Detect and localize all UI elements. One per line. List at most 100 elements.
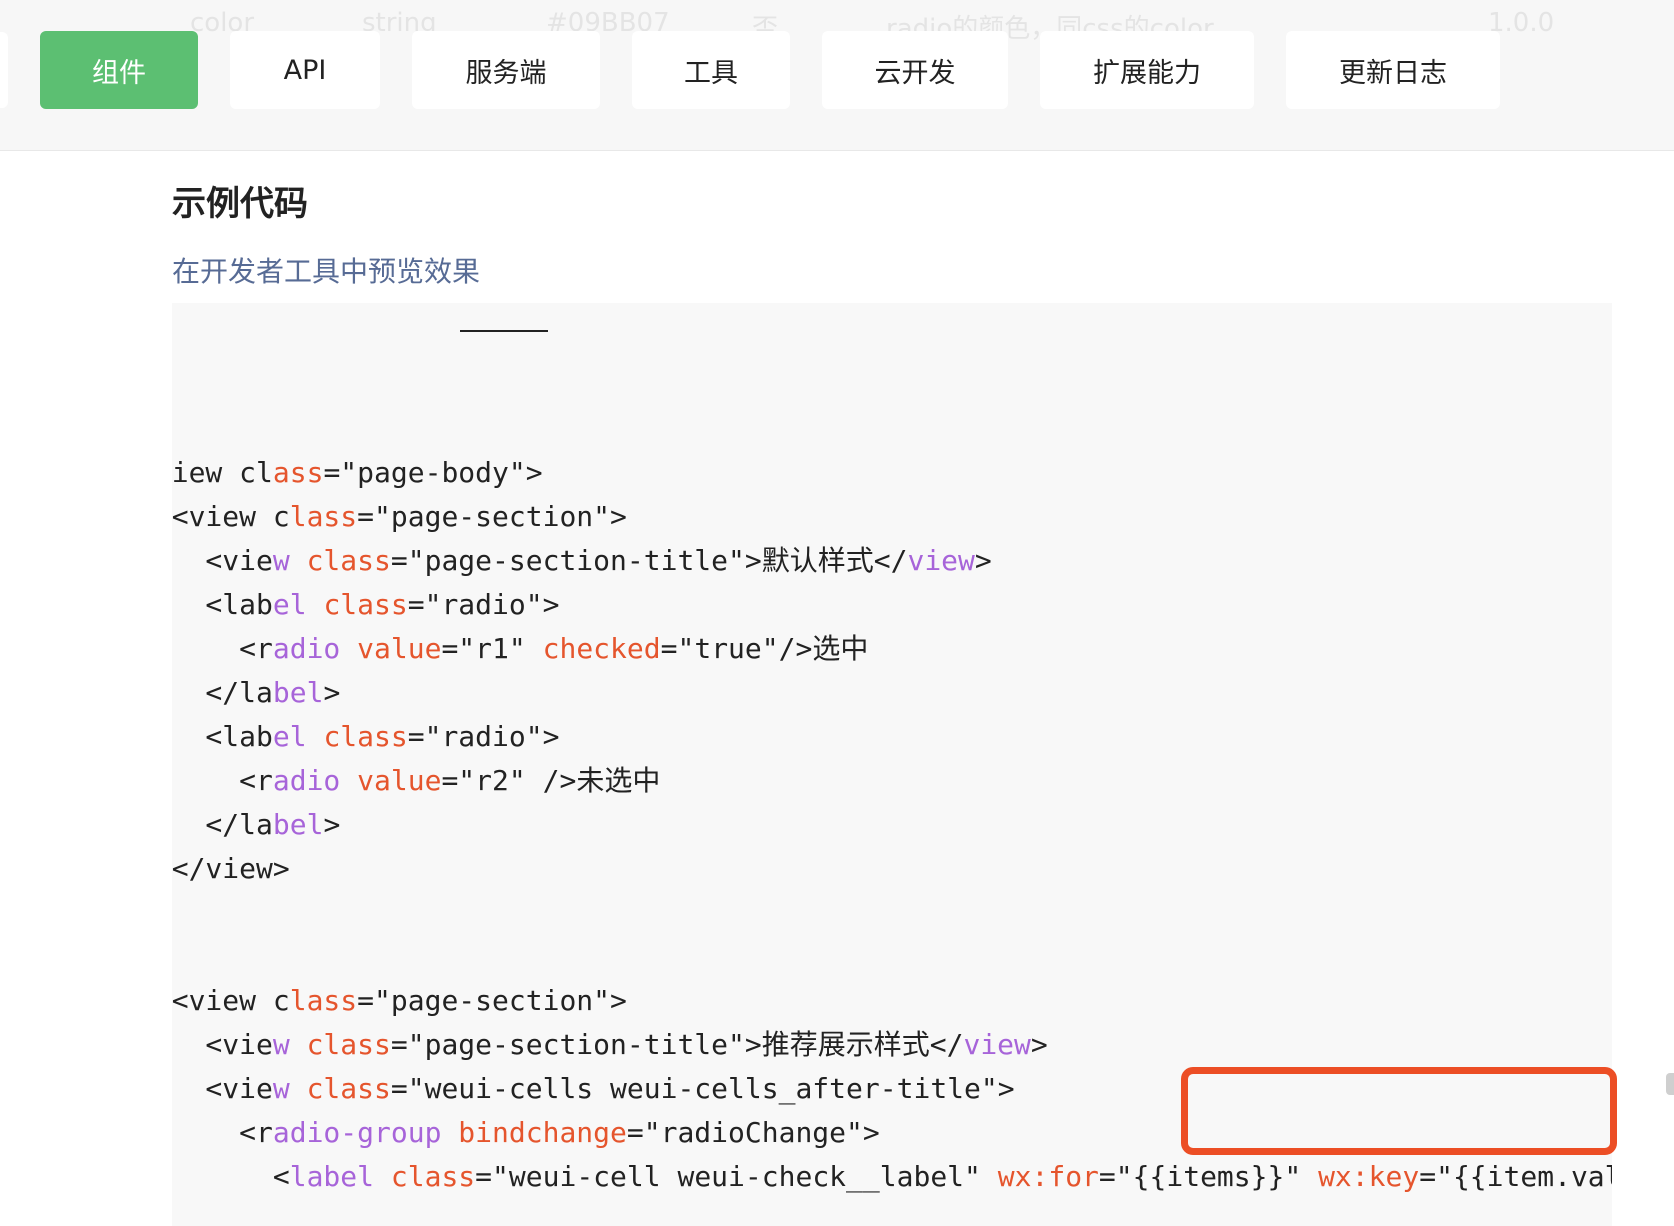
code-token: class (306, 1072, 391, 1105)
code-token: </la (205, 808, 273, 841)
code-line: </view> (172, 847, 290, 891)
code-token: w (272, 544, 290, 577)
code-token: lass (289, 984, 358, 1017)
code-token: <r (239, 632, 273, 665)
code-token: > (974, 544, 992, 577)
code-token: <vie (205, 1072, 273, 1105)
horizontal-scroll-thumb[interactable] (460, 330, 548, 332)
code-token: wx:for (997, 1160, 1099, 1193)
tab-components[interactable]: 组件 (40, 31, 198, 109)
edge-marker (1666, 1073, 1674, 1095)
code-token: ="r2" />未选中 (441, 764, 661, 797)
code-token: <r (239, 1116, 273, 1149)
code-token: ="radio"> (407, 588, 560, 621)
code-token: ="r1" (441, 632, 543, 665)
tab-cloud-dev[interactable]: 云开发 (822, 31, 1008, 109)
code-token: checked (542, 632, 661, 665)
code-token: wx:key (1318, 1160, 1420, 1193)
code-token: bel (272, 676, 324, 709)
code-token: el (272, 720, 307, 753)
code-token: value (357, 764, 442, 797)
code-line: <view class="page-section"> (172, 979, 627, 1023)
code-line: <label class="radio"> (172, 583, 559, 627)
code-token: <view c (172, 500, 290, 533)
code-line: <view class="page-body"> (172, 451, 543, 495)
code-token: bel (272, 808, 324, 841)
top-nav-bar: color string #09BB07 否 radio的颜色，同css的col… (0, 0, 1674, 151)
section-title: 示例代码 (172, 184, 308, 224)
code-token: <view cl (172, 456, 273, 489)
code-token: bindchange (458, 1116, 627, 1149)
tab-api[interactable]: API (230, 31, 380, 109)
code-token: w (272, 1072, 290, 1105)
code-line: <view class="page-section-title">默认样式</v… (172, 539, 992, 583)
code-token: ="page-section"> (357, 500, 627, 533)
code-token: ="weui-cells weui-cells_after-title"> (390, 1072, 1015, 1105)
code-token: ="radio"> (407, 720, 560, 753)
code-token: ="page-section-title">推荐展示样式</ (390, 1028, 964, 1061)
code-token: ="{{item.value}}"> (1419, 1160, 1612, 1193)
code-token: ="radioChange"> (626, 1116, 880, 1149)
code-line: </label> (172, 671, 340, 715)
code-token: class (323, 588, 408, 621)
code-token: <vie (205, 1028, 273, 1061)
code-token: ="page-section"> (357, 984, 627, 1017)
code-token: > (1030, 1028, 1048, 1061)
code-token: w (272, 1028, 290, 1061)
nav-tab-partial[interactable] (0, 32, 8, 108)
code-token: view (963, 1028, 1031, 1061)
tab-extensions[interactable]: 扩展能力 (1040, 31, 1254, 109)
code-line: <radio value="r2" />未选中 (172, 759, 660, 803)
preview-in-devtools-link[interactable]: 在开发者工具中预览效果 (172, 250, 480, 290)
code-line: <label class="radio"> (172, 715, 559, 759)
code-token: < (272, 1160, 290, 1193)
code-token: > (323, 808, 341, 841)
tab-server[interactable]: 服务端 (412, 31, 600, 109)
tab-tools[interactable]: 工具 (632, 31, 790, 109)
code-token: ="true"/>选中 (660, 632, 869, 665)
code-token: <lab (205, 588, 273, 621)
code-token: <lab (205, 720, 273, 753)
code-line: <radio-group bindchange="radioChange"> (172, 1111, 880, 1155)
code-line: <view class="weui-cells weui-cells_after… (172, 1067, 1015, 1111)
code-token: adio (272, 764, 341, 797)
code-token: adio-group (272, 1116, 442, 1149)
code-token: class (390, 1160, 476, 1193)
code-token: ="weui-cell weui-check__label" (475, 1160, 998, 1193)
code-line: <view class="page-section-title">推荐展示样式<… (172, 1023, 1048, 1067)
code-token: ="{{items}}" (1098, 1160, 1319, 1193)
code-token: class (306, 1028, 391, 1061)
code-token: class (323, 720, 408, 753)
highlight-annotation-box (1181, 1067, 1617, 1155)
code-token: label (289, 1160, 375, 1193)
code-token: > (323, 676, 341, 709)
code-token: </la (205, 676, 273, 709)
code-token: view (907, 544, 975, 577)
code-token: <view c (172, 984, 290, 1017)
tab-changelog[interactable]: 更新日志 (1286, 31, 1500, 109)
code-token: class (306, 544, 391, 577)
code-token: ass (272, 456, 324, 489)
code-token: <vie (205, 544, 273, 577)
code-token: <r (239, 764, 273, 797)
code-token: ="page-body"> (323, 456, 543, 489)
code-token: ="page-section-title">默认样式</ (390, 544, 908, 577)
code-token: adio (272, 632, 341, 665)
code-token: value (357, 632, 442, 665)
code-token: </view> (172, 852, 290, 885)
code-line: <view class="page-section"> (172, 495, 627, 539)
code-token: el (272, 588, 307, 621)
code-line: <label class="weui-cell weui-check__labe… (172, 1155, 1612, 1199)
code-line: <radio value="r1" checked="true"/>选中 (172, 627, 868, 671)
code-token: lass (289, 500, 358, 533)
code-line: </label> (172, 803, 340, 847)
